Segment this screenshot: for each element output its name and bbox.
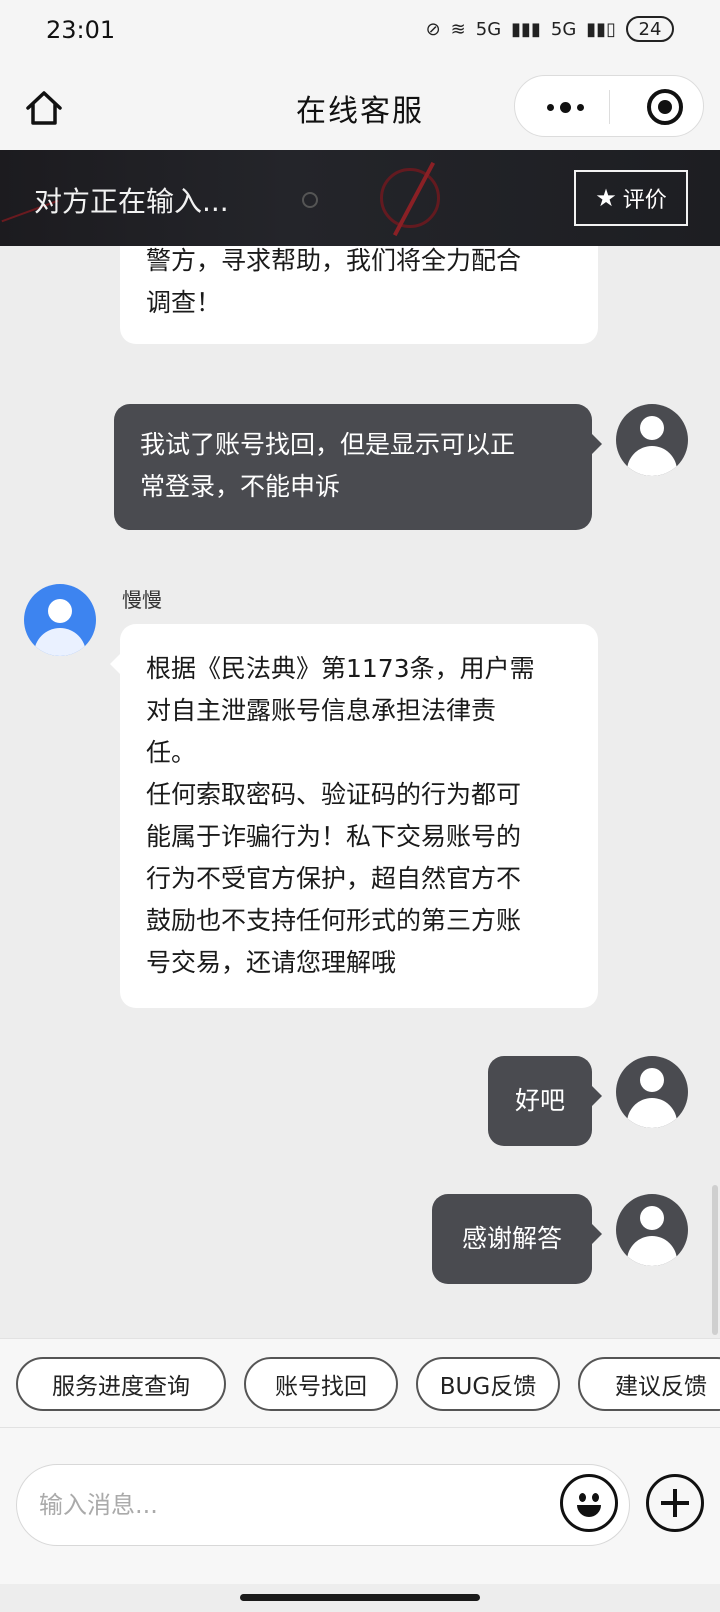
quick-reply-suggestion[interactable]: 建议反馈: [578, 1357, 720, 1411]
banner-decoration: [302, 192, 318, 208]
avatar-head: [640, 1206, 664, 1230]
message-input-box[interactable]: [16, 1464, 630, 1546]
add-attachment-button[interactable]: [646, 1474, 704, 1532]
network-1-label: 5G: [475, 18, 502, 40]
signal-2-icon: ▮▮▯: [586, 18, 616, 40]
quick-reply-account-recovery[interactable]: 账号找回: [244, 1357, 398, 1411]
home-indicator[interactable]: [240, 1594, 480, 1601]
rate-button[interactable]: ★ 评价: [574, 170, 688, 226]
emoji-mouth-icon: [577, 1505, 601, 1517]
quick-reply-bug-feedback[interactable]: BUG反馈: [416, 1357, 560, 1411]
signal-1-icon: ▮▮▮: [511, 18, 541, 40]
avatar-body: [627, 1098, 677, 1128]
status-bar: 23:01 ⊘ ≋ 5G ▮▮▮ 5G ▮▮▯ 24: [0, 0, 720, 66]
agent-name: 慢慢: [122, 588, 162, 612]
close-mini-program-button[interactable]: [647, 89, 683, 125]
battery-level: 24: [638, 18, 662, 40]
agent-message: 根据《民法典》第1173条，用户需 对自主泄露账号信息承担法律责 任。 任何索取…: [110, 624, 598, 1008]
message-text: 好吧: [514, 1086, 565, 1115]
avatar-body: [627, 446, 677, 476]
avatar-head: [640, 1068, 664, 1092]
message-input[interactable]: [39, 1485, 559, 1525]
quick-reply-label: 账号找回: [275, 1374, 367, 1400]
quick-reply-label: BUG反馈: [439, 1374, 537, 1400]
quick-reply-label: 服务进度查询: [52, 1374, 190, 1400]
user-avatar[interactable]: [616, 404, 688, 476]
typing-indicator: 对方正在输入...: [34, 185, 229, 218]
avatar-head: [48, 599, 72, 623]
battery-icon: 24: [626, 16, 674, 42]
avatar-body: [627, 1236, 677, 1266]
star-icon: ★: [595, 184, 617, 212]
more-dot-icon: [559, 101, 571, 113]
capsule-divider: [609, 90, 610, 124]
chat-area[interactable]: 警方，寻求帮助，我们将全力配合 调查！ 我试了账号找回，但是显示可以正 常登录，…: [0, 246, 720, 1338]
emoji-eye-icon: [579, 1493, 586, 1502]
user-message: 我试了账号找回，但是显示可以正 常登录，不能申诉: [114, 404, 602, 530]
quick-reply-label: 建议反馈: [615, 1374, 707, 1400]
quick-reply-service-progress[interactable]: 服务进度查询: [16, 1357, 226, 1411]
header-banner: 对方正在输入... ★ 评价: [0, 150, 720, 246]
more-dot-icon: [546, 103, 554, 111]
user-message: 感谢解答: [432, 1194, 602, 1284]
user-avatar[interactable]: [616, 1056, 688, 1128]
chat-scrollbar[interactable]: [712, 1185, 718, 1335]
status-icons: ⊘ ≋ 5G ▮▮▮ 5G ▮▮▯ 24: [426, 16, 674, 42]
rate-label: 评价: [622, 188, 667, 213]
banner-decoration: [380, 168, 440, 228]
status-time: 23:01: [46, 16, 116, 44]
emoji-eye-icon: [592, 1493, 599, 1502]
input-area: [0, 1428, 720, 1584]
more-button[interactable]: [525, 76, 605, 138]
more-dot-icon: [576, 103, 584, 111]
quick-reply-bar: 服务进度查询 账号找回 BUG反馈 建议反馈: [0, 1338, 720, 1428]
avatar-body: [34, 628, 86, 656]
mini-program-capsule: [514, 75, 704, 137]
nav-bar: 在线客服: [0, 66, 720, 150]
user-avatar[interactable]: [616, 1194, 688, 1266]
emoji-button[interactable]: [560, 1474, 618, 1532]
agent-message: 警方，寻求帮助，我们将全力配合 调查！: [120, 246, 598, 344]
user-message: 好吧: [488, 1056, 602, 1146]
message-text: 感谢解答: [461, 1224, 562, 1253]
mute-icon: ⊘: [425, 18, 441, 40]
network-2-label: 5G: [550, 18, 577, 40]
agent-avatar[interactable]: [24, 584, 96, 656]
wifi-icon: ≋: [450, 18, 466, 40]
message-text: 警方，寻求帮助，我们将全力配合 调查！: [146, 246, 522, 317]
message-text: 根据《民法典》第1173条，用户需 对自主泄露账号信息承担法律责 任。 任何索取…: [146, 654, 535, 977]
avatar-head: [640, 416, 664, 440]
message-text: 我试了账号找回，但是显示可以正 常登录，不能申诉: [140, 430, 516, 501]
